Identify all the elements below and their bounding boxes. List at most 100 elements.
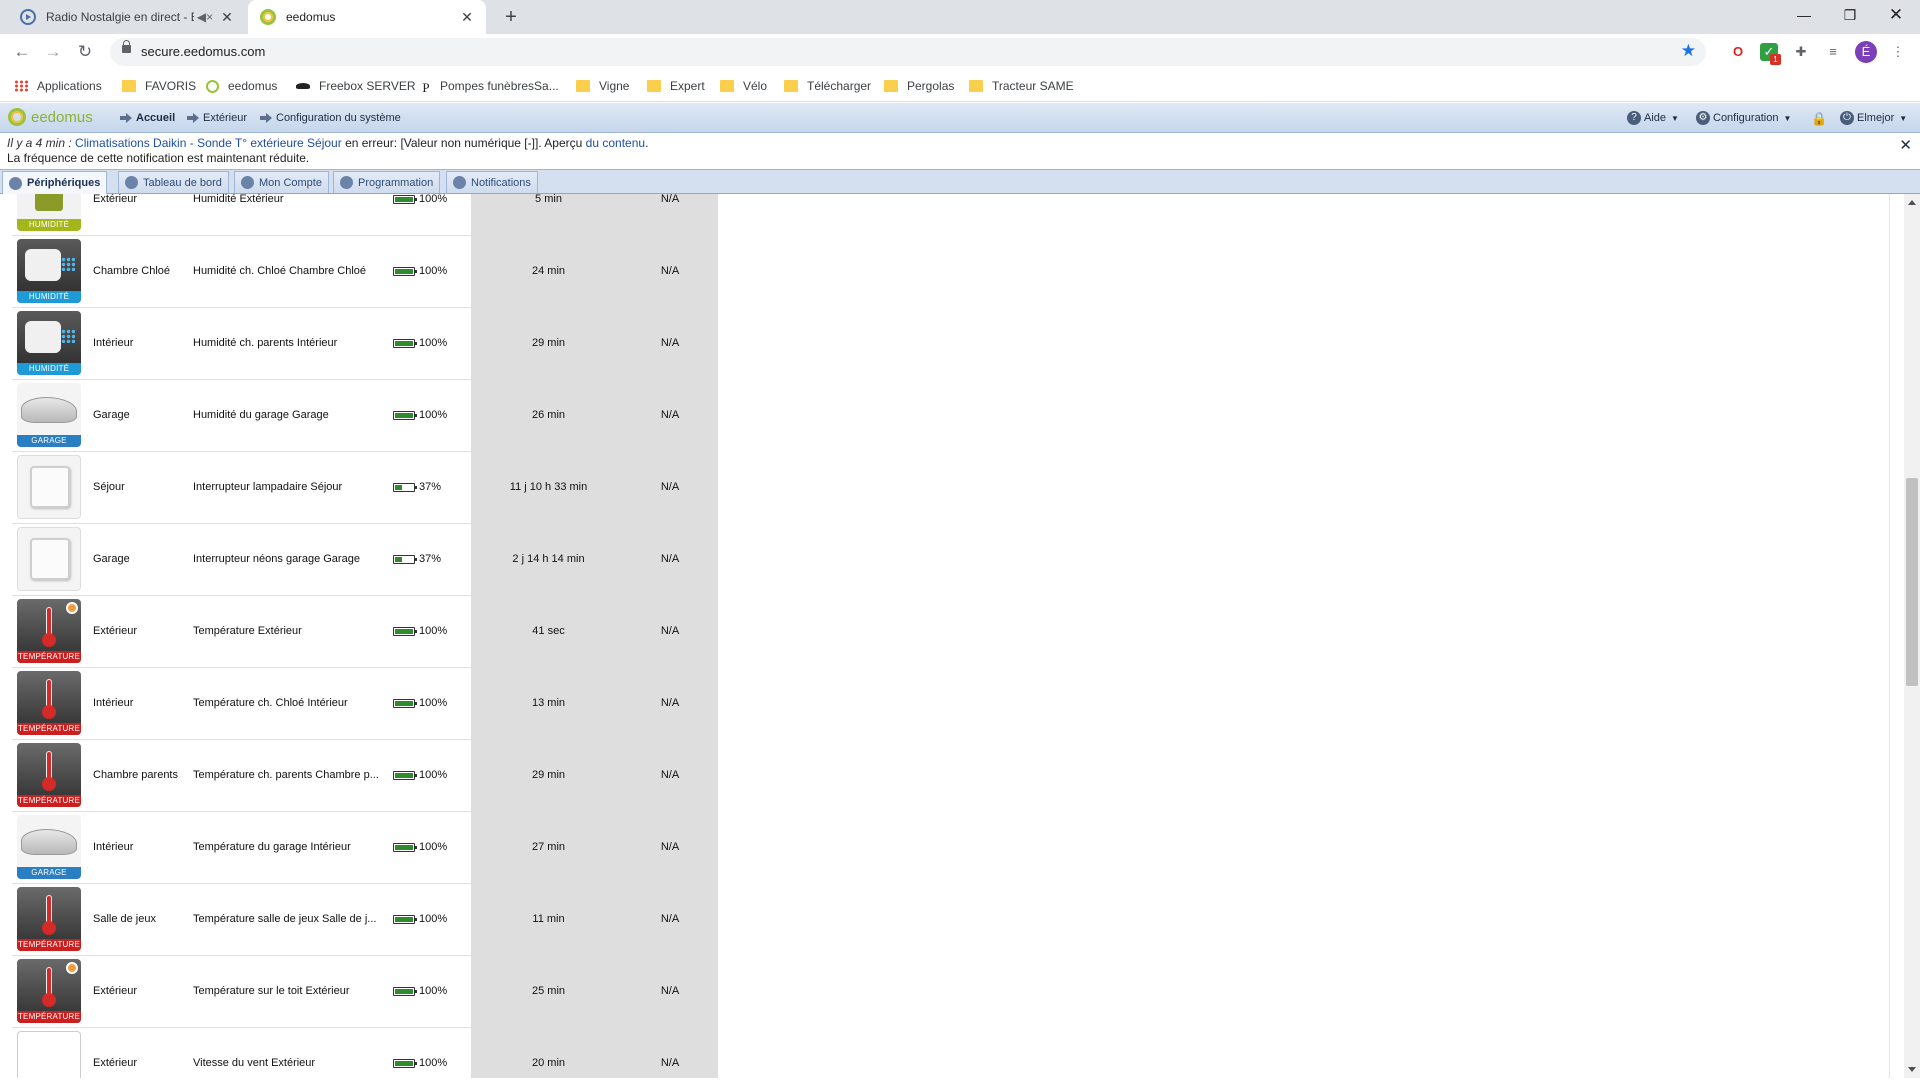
device-row[interactable]: TEMPÉRATURE Extérieur Température sur le t…	[12, 956, 718, 1028]
breadcrumb-exterieur[interactable]: Extérieur	[187, 112, 247, 124]
browser-tab-radio[interactable]: Radio Nostalgie en direct - É ◀× ✕	[10, 0, 246, 34]
tab-notifications[interactable]: Notifications	[446, 171, 538, 193]
bookmark-pergolas[interactable]: Pergolas	[884, 70, 954, 102]
bookmark-pompes[interactable]: P Pompes funèbresSa...	[421, 70, 558, 102]
device-row[interactable]: HUMIDITÉ Extérieur Humidité Extérieur 100% 5…	[12, 194, 718, 236]
device-name[interactable]: Humidité Extérieur	[193, 194, 393, 205]
device-name[interactable]: Humidité ch. Chloé Chambre Chloé	[193, 265, 393, 277]
device-icon-box[interactable]	[17, 1031, 81, 1078]
device-icon-box[interactable]: HUMIDITÉ	[17, 194, 81, 231]
media-queue-icon[interactable]: ≡	[1824, 43, 1842, 61]
notification-device-link[interactable]: Climatisations Daikin - Sonde T° extérie…	[75, 136, 342, 150]
kebab-menu-icon[interactable]: ⋮	[1889, 43, 1907, 61]
device-row[interactable]: GARAGE Garage Humidité du garage Garage 100…	[12, 380, 718, 452]
device-icon-box[interactable]: GARAGE	[17, 383, 81, 447]
device-row[interactable]: Séjour Interrupteur lampadaire Séjour 37% 1…	[12, 452, 718, 524]
device-row[interactable]: TEMPÉRATURE Salle de jeux Température sall…	[12, 884, 718, 956]
tab-peripheriques[interactable]: Périphériques	[2, 171, 108, 194]
tab-mon-compte[interactable]: Mon Compte	[234, 171, 329, 193]
battery-indicator: 100%	[393, 337, 447, 349]
reload-button[interactable]: ↻	[73, 40, 97, 64]
device-name[interactable]: Température Extérieur	[193, 625, 393, 637]
bookmark-eedomus[interactable]: eedomus	[206, 70, 277, 102]
device-row[interactable]: GARAGE Intérieur Température du garage Int…	[12, 812, 718, 884]
address-bar[interactable]: secure.eedomus.com ★	[110, 38, 1706, 66]
device-name[interactable]: Interrupteur lampadaire Séjour	[193, 481, 393, 493]
bookmark-applications[interactable]: Applications	[14, 70, 102, 102]
bookmark-tracteur[interactable]: Tracteur SAME	[969, 70, 1074, 102]
device-name[interactable]: Humidité ch. parents Intérieur	[193, 337, 393, 349]
device-icon-box[interactable]: HUMIDITÉ	[17, 311, 81, 375]
device-row[interactable]: Garage Interrupteur néons garage Garage 37…	[12, 524, 718, 596]
bookmark-favoris[interactable]: FAVORIS	[122, 70, 196, 102]
device-name[interactable]: Humidité du garage Garage	[193, 409, 393, 421]
close-tab-icon[interactable]: ✕	[456, 9, 478, 26]
device-category-band: TEMPÉRATURE	[17, 795, 81, 807]
device-row[interactable]: TEMPÉRATURE Extérieur Température Extérieu…	[12, 596, 718, 668]
speaker-muted-icon[interactable]: ◀×	[194, 10, 216, 24]
puzzle-extensions-icon[interactable]: ✚	[1792, 43, 1810, 61]
tab-label: Mon Compte	[259, 176, 322, 189]
device-icon-box[interactable]: TEMPÉRATURE	[17, 743, 81, 807]
minimize-button[interactable]: —	[1781, 0, 1827, 30]
device-row[interactable]: HUMIDITÉ Intérieur Humidité ch. parents In…	[12, 308, 718, 380]
breadcrumb-configuration[interactable]: Configuration du système	[260, 112, 401, 124]
device-name[interactable]: Température salle de jeux Salle de j...	[193, 913, 393, 925]
close-notification-icon[interactable]: ✕	[1899, 136, 1912, 154]
bookmark-expert[interactable]: Expert	[647, 70, 705, 102]
url-text[interactable]: secure.eedomus.com	[141, 44, 265, 59]
scroll-up-icon[interactable]	[1908, 200, 1916, 205]
close-tab-icon[interactable]: ✕	[216, 9, 238, 26]
browser-tab-eedomus[interactable]: eedomus ✕	[248, 0, 486, 34]
device-name[interactable]: Température ch. parents Chambre p...	[193, 769, 393, 781]
device-row[interactable]: TEMPÉRATURE Chambre parents Température ch…	[12, 740, 718, 812]
device-value: N/A	[660, 913, 680, 925]
bookmark-freebox[interactable]: Freebox SERVER	[296, 70, 416, 102]
user-menu[interactable]: ⏻ Elmejor ▼	[1840, 111, 1907, 125]
device-name[interactable]: Interrupteur néons garage Garage	[193, 553, 393, 565]
restore-button[interactable]: ❐	[1827, 0, 1873, 30]
help-menu[interactable]: ? Aide ▼	[1627, 111, 1679, 125]
device-icon-box[interactable]: HUMIDITÉ	[17, 239, 81, 303]
eedomus-icon	[206, 79, 219, 93]
device-name[interactable]: Température ch. Chloé Intérieur	[193, 697, 393, 709]
close-window-button[interactable]: ✕	[1873, 0, 1919, 30]
configuration-menu[interactable]: ⚙ Configuration ▼	[1696, 111, 1791, 125]
device-name[interactable]: Température du garage Intérieur	[193, 841, 393, 853]
device-row[interactable]: TEMPÉRATURE Intérieur Température ch. Chlo…	[12, 668, 718, 740]
device-name[interactable]: Température sur le toit Extérieur	[193, 985, 393, 997]
opera-extension-icon[interactable]: O	[1729, 43, 1747, 61]
battery-percent: 100%	[419, 913, 448, 925]
device-value: N/A	[660, 841, 680, 853]
tab-tableau-de-bord[interactable]: Tableau de bord	[118, 171, 229, 193]
scrollbar-thumb[interactable]	[1906, 478, 1918, 686]
new-tab-button[interactable]: +	[498, 4, 524, 30]
device-icon-box[interactable]: TEMPÉRATURE	[17, 887, 81, 951]
notification-content-link[interactable]: du contenu	[586, 136, 645, 150]
device-icon-box[interactable]: TEMPÉRATURE	[17, 671, 81, 735]
eedomus-logo[interactable]: eedomus	[8, 108, 93, 126]
device-icon-box[interactable]: GARAGE	[17, 815, 81, 879]
device-icon-box[interactable]	[17, 455, 81, 519]
back-button[interactable]: ←	[10, 40, 34, 64]
bookmark-telecharger[interactable]: Télécharger	[784, 70, 871, 102]
battery-icon	[393, 482, 417, 492]
tab-programmation[interactable]: Programmation	[333, 171, 441, 193]
scroll-down-icon[interactable]	[1908, 1067, 1916, 1072]
bookmark-velo[interactable]: Vélo	[720, 70, 767, 102]
last-update: 11 min	[532, 913, 565, 925]
device-name[interactable]: Vitesse du vent Extérieur	[193, 1057, 393, 1069]
breadcrumb-accueil[interactable]: Accueil	[120, 112, 175, 124]
lock-screen-button[interactable]: 🔒	[1811, 111, 1827, 127]
device-icon-box[interactable]: TEMPÉRATURE	[17, 599, 81, 663]
forward-button[interactable]: →	[41, 40, 65, 64]
page-scrollbar[interactable]	[1904, 194, 1920, 1078]
profile-avatar[interactable]: É	[1855, 41, 1877, 63]
device-row[interactable]: HUMIDITÉ Chambre Chloé Humidité ch. Chloé …	[12, 236, 718, 308]
browser-tab-strip: Radio Nostalgie en direct - É ◀× ✕ eedom…	[0, 0, 1920, 34]
device-row[interactable]: Extérieur Vitesse du vent Extérieur 100% 20…	[12, 1028, 718, 1078]
bookmark-star-icon[interactable]: ★	[1681, 41, 1696, 61]
device-icon-box[interactable]	[17, 527, 81, 591]
bookmark-vigne[interactable]: Vigne	[576, 70, 629, 102]
device-icon-box[interactable]: TEMPÉRATURE	[17, 959, 81, 1023]
